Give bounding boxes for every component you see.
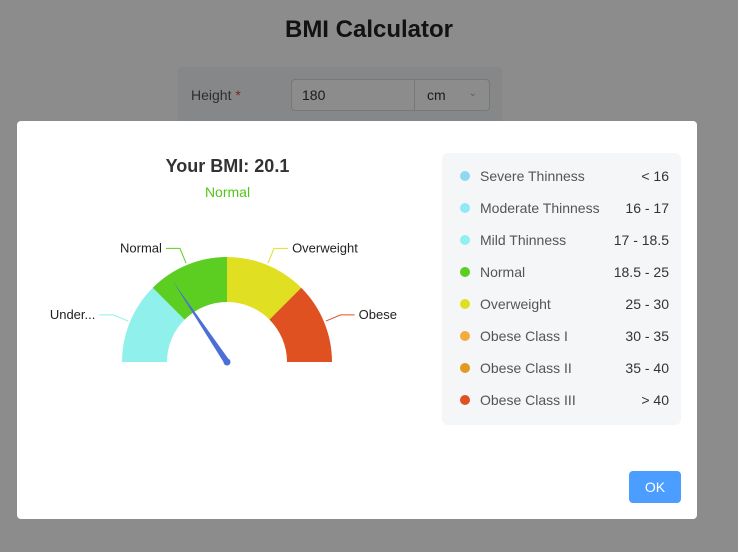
legend-item-range: 35 - 40 (625, 360, 669, 376)
legend-item: Overweight 25 - 30 (460, 288, 669, 320)
legend-item-name: Overweight (480, 296, 551, 312)
bmi-value-title: Your BMI: 20.1 (165, 156, 290, 176)
gauge-label-leader (267, 247, 289, 264)
legend-item: Mild Thinness 17 - 18.5 (460, 224, 669, 256)
legend-dot-icon (460, 203, 470, 213)
gauge-label-leader (325, 314, 355, 322)
legend-item-range: 17 - 18.5 (613, 232, 669, 248)
legend-item: Obese Class I 30 - 35 (460, 320, 669, 352)
legend-item-range: 18.5 - 25 (613, 264, 669, 280)
legend-dot-icon (460, 235, 470, 245)
gauge-label-leader (99, 314, 129, 322)
legend-item-name: Mild Thinness (480, 232, 567, 248)
legend-item-name: Obese Class I (480, 328, 568, 344)
ok-button[interactable]: OK (629, 471, 681, 503)
gauge-label-leader (165, 247, 187, 264)
legend-dot-icon (460, 171, 470, 181)
legend-dot-icon (460, 331, 470, 341)
legend-item: Moderate Thinness 16 - 17 (460, 192, 669, 224)
legend-item: Obese Class II 35 - 40 (460, 352, 669, 384)
bmi-category: Normal (204, 184, 251, 200)
legend-dot-icon (460, 395, 470, 405)
gauge-segment-label: Normal (120, 240, 162, 255)
legend-item: Normal 18.5 - 25 (460, 256, 669, 288)
legend-dot-icon (460, 267, 470, 277)
legend-item: Obese Class III > 40 (460, 384, 669, 416)
legend-item-name: Normal (480, 264, 526, 280)
legend-dot-icon (460, 299, 470, 309)
legend-item-range: 16 - 17 (625, 200, 669, 216)
legend-item-range: 30 - 35 (625, 328, 669, 344)
gauge-needle-hub (223, 358, 231, 366)
legend-item-name: Obese Class II (480, 360, 572, 376)
legend-item-name: Severe Thinness (480, 168, 585, 184)
bmi-gauge: Under... Normal Overweight Obese (50, 240, 397, 366)
legend-item-name: Moderate Thinness (480, 200, 600, 216)
legend-item-range: < 16 (641, 168, 669, 184)
legend-item-range: > 40 (641, 392, 669, 408)
legend-item-range: 25 - 30 (625, 296, 669, 312)
gauge-segment-label: Under... (50, 307, 96, 322)
legend-dot-icon (460, 363, 470, 373)
legend-item: Severe Thinness < 16 (460, 160, 669, 192)
bmi-legend: Severe Thinness < 16 Moderate Thinness 16 -… (442, 153, 681, 425)
bmi-result-modal: Your BMI: 20.1 Normal Under... Normal Over… (17, 121, 697, 519)
gauge-segment-label: Obese (359, 307, 397, 322)
gauge-segment-label: Overweight (292, 240, 358, 255)
legend-item-name: Obese Class III (480, 392, 576, 408)
